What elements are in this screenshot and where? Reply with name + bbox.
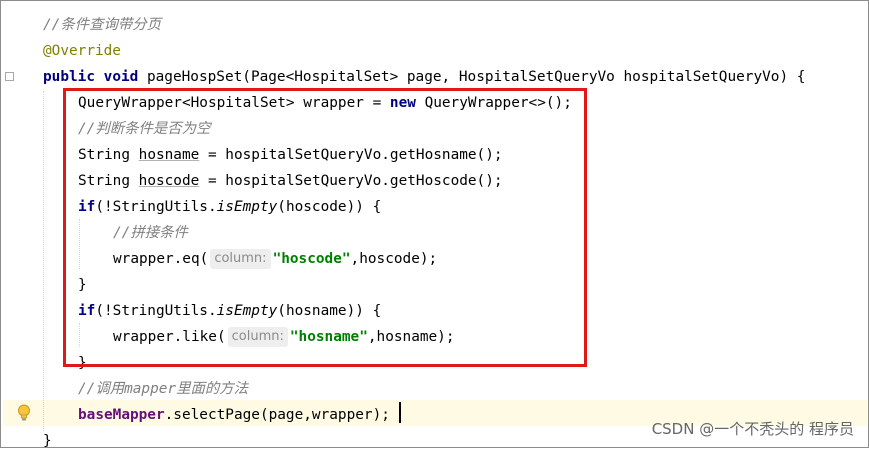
text-caret — [399, 402, 401, 423]
red-highlight-box — [63, 88, 587, 367]
fold-marker[interactable] — [5, 72, 14, 81]
override-annotation: @Override — [43, 43, 121, 59]
comment-title: //条件查询带分页 — [43, 17, 162, 33]
base-mapper-field: baseMapper — [78, 407, 165, 423]
comment-call-mapper: //调用mapper里面的方法 — [78, 381, 249, 397]
select-page-call: baseMapper.selectPage(page,wrapper); — [78, 407, 390, 423]
method-signature: public void pageHospSet(Page<HospitalSet… — [43, 64, 805, 90]
keyword-void: void — [103, 69, 139, 85]
keyword-public: public — [43, 69, 95, 85]
lightbulb-icon[interactable] — [17, 404, 31, 422]
indent-guide — [43, 91, 44, 431]
method-closing-brace: } — [43, 433, 52, 449]
csdn-watermark: CSDN @一个不秃头的 程序员 — [651, 420, 854, 438]
signature-rest: pageHospSet(Page<HospitalSet> page, Hosp… — [138, 69, 806, 85]
code-editor[interactable]: //条件查询带分页 @Override public void pageHosp… — [0, 0, 869, 449]
